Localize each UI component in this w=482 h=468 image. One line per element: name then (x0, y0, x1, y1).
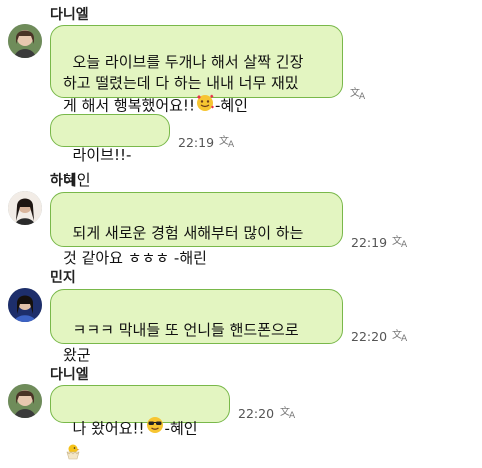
svg-text:A: A (359, 92, 366, 100)
message-signature: -혜인 (164, 419, 198, 438)
message-time: 22:20 (238, 406, 275, 421)
translate-icon[interactable]: 文A (219, 134, 237, 148)
message-bubble[interactable]: ㅋㅋㅋ 막내들 또 언니들 핸드폰으로 왔군 (50, 289, 343, 364)
sender-name: 다니엘 (50, 367, 89, 383)
svg-text:A: A (289, 411, 296, 419)
avatar[interactable] (8, 288, 42, 322)
message-text: 나 왔어요!! (72, 419, 145, 438)
message-time: 22:19 (178, 135, 215, 150)
message-bubble[interactable]: 오늘 라이브를 두개나 해서 살짝 긴장 하고 떨렸는데 다 하는 내내 너무 … (50, 25, 343, 115)
message-signature: -혜인 (214, 96, 248, 115)
sender-name: 하니 (50, 173, 76, 189)
translate-icon[interactable]: 文A (350, 86, 368, 100)
svg-text:A: A (401, 334, 408, 342)
message-text: ㅋㅋㅋ 막내들 또 언니들 핸드폰으로 왔군 (63, 321, 299, 364)
translate-icon[interactable]: 文A (280, 405, 298, 419)
sender-name: 다니엘 (50, 7, 89, 23)
svg-text:A: A (228, 140, 235, 148)
message-bubble[interactable]: 라이브!!-혜인 (50, 114, 170, 189)
translate-icon[interactable]: 文A (392, 234, 410, 248)
message-text: 오늘 라이브를 두개나 해서 살짝 긴장 하고 떨렸는데 다 하는 내내 너무 … (63, 53, 304, 115)
message-bubble[interactable]: 나 왔어요!! -혜인 (50, 385, 230, 460)
smiling-face-with-hearts-icon (196, 94, 214, 118)
message-time: 22:20 (351, 329, 388, 344)
message-bubble[interactable]: 되게 새로운 경험 새해부터 많이 하는 것 같아요 ㅎㅎㅎ -해린 (50, 192, 343, 267)
svg-text:A: A (401, 240, 408, 248)
avatar[interactable] (8, 384, 42, 418)
avatar[interactable] (8, 24, 42, 58)
message-time: 22:19 (351, 235, 388, 250)
sender-name: 민지 (50, 270, 76, 286)
avatar[interactable] (8, 191, 42, 225)
smiling-face-with-sunglasses-icon (146, 416, 164, 442)
hatching-chick-icon (64, 442, 82, 468)
translate-icon[interactable]: 文A (392, 328, 410, 342)
message-text: 되게 새로운 경험 새해부터 많이 하는 것 같아요 ㅎㅎㅎ -해린 (63, 224, 304, 267)
